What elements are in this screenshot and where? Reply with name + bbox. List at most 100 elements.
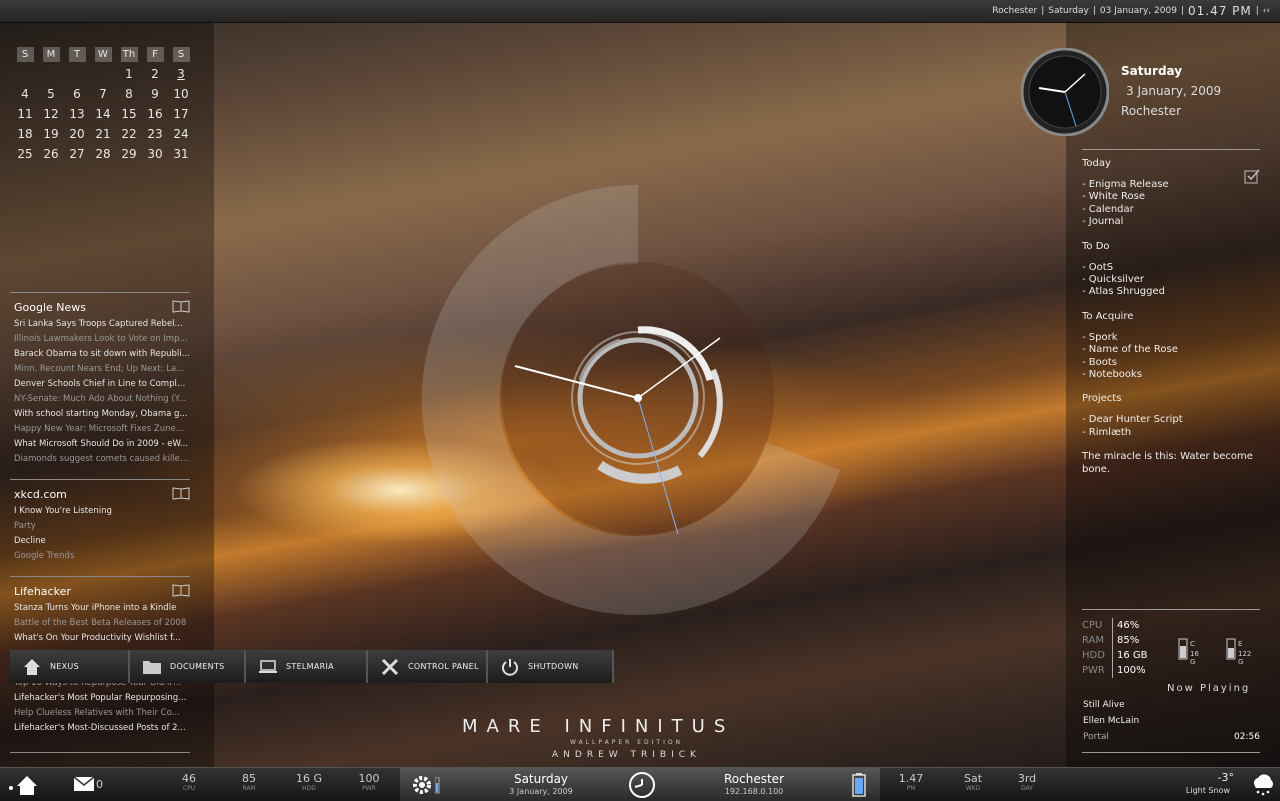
feed-item[interactable]: What Microsoft Should Do in 2009 - eW...	[10, 437, 190, 452]
book-icon[interactable]	[172, 486, 190, 500]
calendar-day[interactable]: 13	[64, 107, 90, 121]
calendar-day[interactable]: 26	[38, 147, 64, 161]
calendar-day[interactable]: 3	[168, 67, 194, 81]
snow-cloud-icon[interactable]	[1250, 774, 1276, 796]
calendar-day[interactable]: 5	[38, 87, 64, 101]
bottom-stat: 16 G HDD	[289, 772, 329, 792]
notes-item[interactable]: - Boots	[1082, 357, 1260, 369]
feed-item[interactable]: I Know You're Listening	[10, 504, 190, 519]
bottom-stat: 100 PWR	[349, 772, 389, 792]
sys-row: PWR 100%	[1082, 663, 1260, 678]
notes-item[interactable]: - Rimlæth	[1082, 427, 1260, 439]
home-icon[interactable]	[8, 774, 38, 796]
calendar-day[interactable]: 23	[142, 127, 168, 141]
calendar-day[interactable]: 10	[168, 87, 194, 101]
notes-item[interactable]: - Dear Hunter Script	[1082, 414, 1260, 426]
bottom-stat: 85 RAM	[229, 772, 269, 792]
calendar-day[interactable]: 6	[64, 87, 90, 101]
checkbox-icon[interactable]	[1244, 168, 1260, 184]
notes-item[interactable]: - Journal	[1082, 216, 1260, 228]
notes-item[interactable]: - Spork	[1082, 332, 1260, 344]
calendar-day[interactable]: 11	[12, 107, 38, 121]
notes-item[interactable]: - Calendar	[1082, 204, 1260, 216]
volume-level-icon[interactable]	[435, 777, 440, 794]
calendar-day[interactable]: 25	[12, 147, 38, 161]
calendar-day[interactable]: 30	[142, 147, 168, 161]
battery-icon	[852, 773, 866, 797]
feed-item[interactable]: Illinois Lawmakers Look to Vote on Imp..…	[10, 332, 190, 347]
stelmaria-button[interactable]: STELMARIA	[246, 650, 368, 683]
feed-item[interactable]: Diamonds suggest comets caused killer...	[10, 452, 190, 467]
sys-label: CPU	[1082, 620, 1103, 631]
calendar-day[interactable]: 9	[142, 87, 168, 101]
calendar-day[interactable]: 16	[142, 107, 168, 121]
feed-item[interactable]: Stanza Turns Your iPhone into a Kindle	[10, 601, 190, 616]
control-panel-button[interactable]: CONTROL PANEL	[368, 650, 488, 683]
feed-item[interactable]: Barack Obama to sit down with Republi...	[10, 347, 190, 362]
clock-icon[interactable]	[628, 771, 656, 799]
feed-item[interactable]: Happy New Year: Microsoft Fixes Zune...	[10, 422, 190, 437]
notes-item[interactable]: - Name of the Rose	[1082, 344, 1260, 356]
calendar-day[interactable]: 2	[142, 67, 168, 81]
central-clock	[421, 184, 840, 615]
feed-item[interactable]: Party	[10, 519, 190, 534]
calendar-day[interactable]: 29	[116, 147, 142, 161]
sys-label: RAM	[1082, 635, 1105, 646]
gear-icon[interactable]	[411, 774, 433, 796]
calendar-day[interactable]: 27	[64, 147, 90, 161]
collapse-button[interactable]: ‹‹	[1259, 6, 1274, 16]
calendar-day[interactable]: 24	[168, 127, 194, 141]
calendar-day[interactable]: 15	[116, 107, 142, 121]
calendar-day[interactable]: 12	[38, 107, 64, 121]
feed-item[interactable]: Battle of the Best Beta Releases of 2008	[10, 616, 190, 631]
notes-item[interactable]: - Notebooks	[1082, 369, 1260, 381]
feed-item[interactable]: Google Trends	[10, 549, 190, 564]
feed-item[interactable]: NY-Senate: Much Ado About Nothing (Y...	[10, 392, 190, 407]
calendar-day[interactable]: 4	[12, 87, 38, 101]
documents-button[interactable]: DOCUMENTS	[130, 650, 246, 683]
calendar-day[interactable]: 14	[90, 107, 116, 121]
mail-icon[interactable]	[74, 777, 94, 791]
book-icon[interactable]	[172, 583, 190, 597]
book-icon[interactable]	[172, 299, 190, 313]
calendar-day[interactable]: 20	[64, 127, 90, 141]
notes-item[interactable]: - Atlas Shrugged	[1082, 286, 1260, 298]
drive-c-icon	[1178, 638, 1188, 660]
calendar-day[interactable]: 31	[168, 147, 194, 161]
notes-item[interactable]: - White Rose	[1082, 191, 1260, 203]
calendar-day[interactable]: 7	[90, 87, 116, 101]
shutdown-button[interactable]: SHUTDOWN	[488, 650, 614, 683]
drive-e: E 122 G	[1226, 638, 1251, 666]
feed-item[interactable]: Lifehacker's Most Popular Repurposing...	[10, 691, 190, 706]
top-time: 01.47 PM	[1187, 4, 1252, 18]
calendar-day[interactable]: 18	[12, 127, 38, 141]
wallpaper-author: ANDREW TRIBICK	[552, 750, 701, 760]
launcher-label: NEXUS	[50, 662, 79, 671]
feed-item[interactable]: Help Clueless Relatives with Their Co...	[10, 706, 190, 721]
feed-item[interactable]: With school starting Monday, Obama g...	[10, 407, 190, 422]
calendar-day[interactable]: 8	[116, 87, 142, 101]
feed-item[interactable]: Sri Lanka Says Troops Captured Rebel...	[10, 317, 190, 332]
calendar-day[interactable]: 17	[168, 107, 194, 121]
notes-item[interactable]: - Quicksilver	[1082, 274, 1260, 286]
calendar-day[interactable]: 28	[90, 147, 116, 161]
calendar-day[interactable]: 19	[38, 127, 64, 141]
stat-value: 16 G	[295, 772, 323, 785]
bottom-stat: 1.47 PM	[891, 772, 931, 792]
notes-item[interactable]: - OotS	[1082, 262, 1260, 274]
drive-c: C 16 G	[1178, 638, 1199, 666]
wallpaper-edition: WALLPAPER EDITION	[570, 739, 684, 746]
feed-item[interactable]: Decline	[10, 534, 190, 549]
feed-item[interactable]: What's On Your Productivity Wishlist f..…	[10, 631, 190, 646]
calendar-day[interactable]: 1	[116, 67, 142, 81]
weather-condition: Light Snow	[1185, 786, 1230, 795]
feed-item[interactable]: Lifehacker's Most-Discussed Posts of 2..…	[10, 721, 190, 736]
top-bar: Rochester | Saturday | 03 January, 2009 | 0…	[0, 0, 1280, 23]
calendar-day[interactable]: 21	[90, 127, 116, 141]
feed-item[interactable]: Minn. Recount Nears End; Up Next: La...	[10, 362, 190, 377]
nexus-button[interactable]: NEXUS	[10, 650, 130, 683]
calendar-day[interactable]: 22	[116, 127, 142, 141]
notes-item[interactable]: - Enigma Release	[1082, 179, 1260, 191]
feed-item[interactable]: Denver Schools Chief in Line to Comple..…	[10, 377, 190, 392]
stat-value: 1.47	[898, 772, 924, 785]
